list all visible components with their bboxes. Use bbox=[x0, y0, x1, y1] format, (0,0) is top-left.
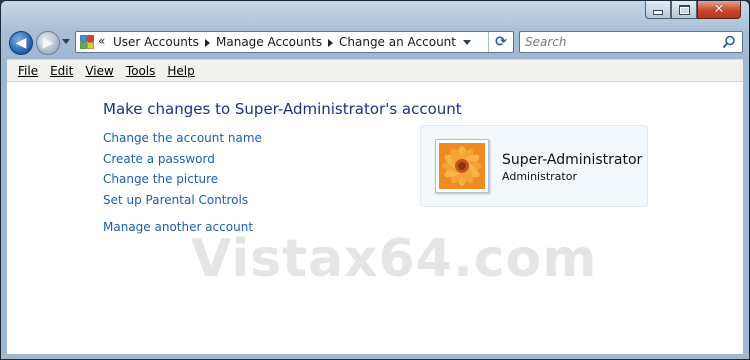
menu-view[interactable]: View bbox=[79, 64, 119, 78]
page-title: Make changes to Super-Administrator's ac… bbox=[103, 100, 462, 118]
search-box[interactable]: Search bbox=[519, 31, 743, 53]
watermark: Vistax64.com bbox=[191, 229, 598, 289]
breadcrumb-change-account[interactable]: Change an Account bbox=[339, 35, 456, 49]
back-arrow-icon: ◀ bbox=[15, 35, 27, 51]
change-picture-link[interactable]: Change the picture bbox=[103, 172, 218, 186]
address-dropdown-icon[interactable] bbox=[463, 40, 471, 45]
menu-file-label: File bbox=[18, 63, 39, 78]
caption-buttons: ✕ bbox=[645, 1, 741, 19]
search-input[interactable]: Search bbox=[525, 35, 567, 49]
back-button[interactable]: ◀ bbox=[9, 31, 33, 55]
account-card: Super-Administrator Administrator bbox=[420, 125, 648, 207]
close-icon: ✕ bbox=[713, 2, 725, 17]
parental-controls-link[interactable]: Set up Parental Controls bbox=[103, 193, 248, 207]
refresh-button[interactable]: ⟳ bbox=[488, 32, 513, 52]
menu-file[interactable]: File bbox=[7, 64, 44, 78]
title-bar[interactable]: ✕ bbox=[1, 1, 749, 27]
navigation-bar: ◀ ▶ « User Accounts Manage Accounts Chan… bbox=[1, 27, 749, 59]
control-panel-icon bbox=[80, 35, 94, 49]
menu-edit[interactable]: Edit bbox=[44, 64, 79, 78]
breadcrumb-separator-icon[interactable] bbox=[328, 39, 333, 47]
maximize-button[interactable] bbox=[671, 1, 697, 19]
change-account-name-link[interactable]: Change the account name bbox=[103, 131, 262, 145]
account-type: Administrator bbox=[502, 170, 577, 183]
menu-tools[interactable]: Tools bbox=[120, 64, 162, 78]
menu-view-label: View bbox=[85, 63, 114, 78]
close-button[interactable]: ✕ bbox=[697, 1, 741, 19]
minimize-icon bbox=[653, 10, 663, 15]
refresh-icon: ⟳ bbox=[495, 34, 507, 50]
menu-help[interactable]: Help bbox=[161, 64, 200, 78]
forward-arrow-icon: ▶ bbox=[42, 35, 54, 51]
breadcrumb-separator-icon[interactable] bbox=[205, 39, 210, 47]
address-bar[interactable]: « User Accounts Manage Accounts Change a… bbox=[75, 31, 514, 53]
breadcrumb-manage-accounts[interactable]: Manage Accounts bbox=[216, 35, 322, 49]
breadcrumb-overflow-icon[interactable]: « bbox=[98, 34, 105, 48]
account-picture bbox=[435, 139, 489, 193]
recent-pages-dropdown[interactable] bbox=[62, 39, 70, 44]
minimize-button[interactable] bbox=[645, 1, 671, 19]
forward-button[interactable]: ▶ bbox=[36, 31, 60, 55]
search-icon[interactable] bbox=[722, 35, 736, 49]
account-name: Super-Administrator bbox=[502, 152, 643, 168]
content-pane: Make changes to Super-Administrator's ac… bbox=[7, 81, 743, 354]
breadcrumb-user-accounts[interactable]: User Accounts bbox=[113, 35, 199, 49]
maximize-icon bbox=[678, 4, 690, 15]
orange-flower-icon bbox=[439, 143, 485, 189]
menu-tools-label: Tools bbox=[125, 63, 156, 78]
menu-bar: File Edit View Tools Help bbox=[7, 59, 743, 81]
create-password-link[interactable]: Create a password bbox=[103, 152, 215, 166]
menu-help-label: Help bbox=[167, 63, 195, 78]
menu-edit-label: Edit bbox=[50, 63, 74, 78]
explorer-window: ✕ ◀ ▶ « User Accounts Manage Accounts Ch… bbox=[0, 0, 750, 360]
